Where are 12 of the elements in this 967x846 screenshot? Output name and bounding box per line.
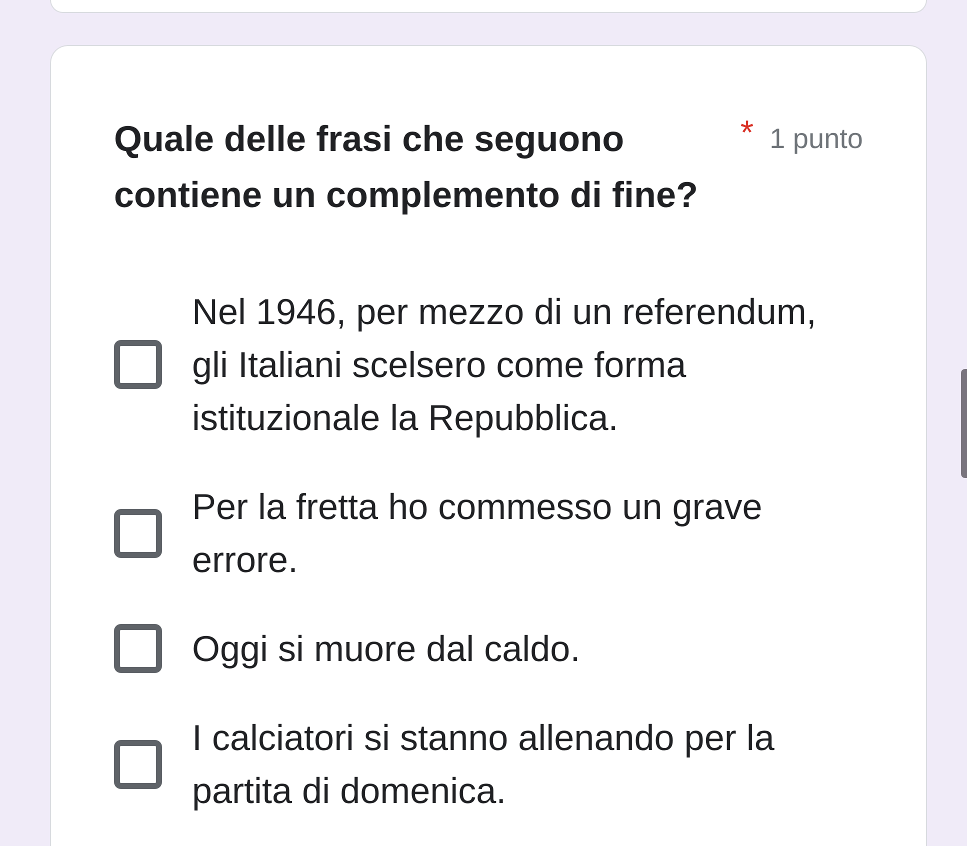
checkbox[interactable]: [114, 624, 162, 673]
checkbox[interactable]: [114, 340, 162, 389]
scrollbar-thumb[interactable]: [961, 369, 967, 478]
option-label: Per la fretta ho commesso un grave errore.: [192, 485, 764, 582]
option-label: I calciatori si stanno allenando per la partita di domenica.: [192, 716, 776, 813]
option-label: Nel 1946, per mezzo di un referendum, gli Italiani scelsero come forma istituzionale la Repubblica.: [192, 290, 818, 440]
checkbox[interactable]: [114, 508, 162, 558]
checkbox[interactable]: [114, 740, 162, 788]
question-title: Quale delle frasi che seguono contiene un complemento di fine?: [114, 117, 700, 217]
required-mark: *: [740, 113, 754, 154]
option-label: Oggi si muore dal caldo.: [192, 627, 580, 671]
points-label: 1 punto: [770, 122, 863, 156]
